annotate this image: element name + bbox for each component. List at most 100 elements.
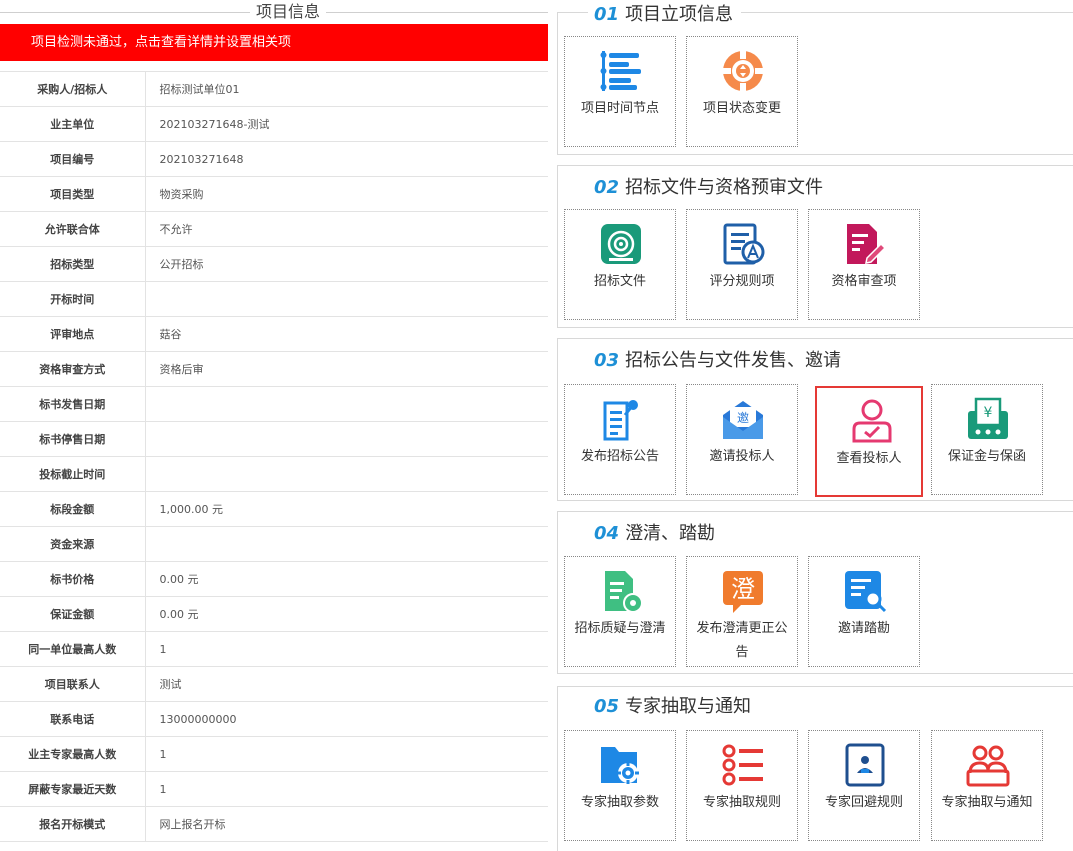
- info-value: 网上报名开标: [145, 806, 548, 842]
- info-value: [145, 386, 548, 422]
- section-04-header: 04 澄清、踏勘: [588, 522, 724, 546]
- card-expert-rules[interactable]: 专家抽取规则: [686, 730, 798, 841]
- card-label: 招标质疑与澄清: [574, 621, 666, 636]
- status-change-icon: [721, 49, 765, 93]
- info-row: 资格审查方式 资格后审: [0, 351, 548, 387]
- info-label: 标书发售日期: [0, 386, 146, 422]
- info-label: 标书停售日期: [0, 421, 146, 457]
- info-value: 13000000000: [145, 701, 548, 737]
- card-label: 发布澄清更正公告: [696, 621, 788, 660]
- info-value: 1: [145, 631, 548, 667]
- info-label: 资金来源: [0, 526, 146, 562]
- expert-notify-icon: [966, 745, 1010, 787]
- card-expert-params[interactable]: 专家抽取参数: [564, 730, 676, 841]
- section-number: 03: [594, 350, 620, 371]
- section-title: 专家抽取与通知: [625, 696, 752, 717]
- info-label: 标书价格: [0, 561, 146, 597]
- info-value: [145, 526, 548, 562]
- card-label: 资格审查项: [831, 274, 897, 289]
- info-row: 保证金额 0.00 元: [0, 596, 548, 632]
- card-tender-file[interactable]: 招标文件: [564, 209, 676, 320]
- card-project-status-change[interactable]: 项目状态变更: [686, 36, 798, 147]
- clarify-notice-icon: 澄: [723, 571, 763, 613]
- section-05-header: 05 专家抽取与通知: [588, 695, 760, 719]
- info-value: 1: [145, 771, 548, 807]
- page: 项目信息 项目检测未通过，点击查看详情并设置相关项 采购人/招标人 招标测试单位0…: [0, 0, 1073, 851]
- info-value: 招标测试单位01: [145, 71, 548, 107]
- info-row: 报名开标模式 网上报名开标: [0, 806, 548, 842]
- section-title: 项目立项信息: [625, 4, 734, 25]
- info-value: 菇谷: [145, 316, 548, 352]
- expert-rules-icon: [722, 744, 763, 786]
- project-info-table: 采购人/招标人 招标测试单位01 业主单位 202103271648-测试 项目编号 20…: [0, 71, 548, 842]
- expert-avoid-icon: [845, 743, 885, 787]
- info-row: 采购人/招标人 招标测试单位01: [0, 71, 548, 107]
- card-publish-notice[interactable]: 发布招标公告: [564, 384, 676, 495]
- card-label: 邀请踏勘: [837, 621, 890, 636]
- info-value: 1: [145, 736, 548, 772]
- info-row: 开标时间: [0, 281, 548, 317]
- card-site-survey[interactable]: 邀请踏勘: [808, 556, 920, 667]
- info-value: 202103271648: [145, 141, 548, 177]
- section-title: 澄清、踏勘: [625, 523, 716, 544]
- info-row: 屏蔽专家最近天数 1: [0, 771, 548, 807]
- section-02-header: 02 招标文件与资格预审文件: [588, 176, 832, 200]
- check-failed-alert[interactable]: 项目检测未通过，点击查看详情并设置相关项: [0, 24, 548, 61]
- card-scoring-rules[interactable]: 评分规则项: [686, 209, 798, 320]
- card-label: 招标文件: [593, 274, 646, 289]
- info-label: 业主单位: [0, 106, 146, 142]
- qualification-review-icon: [847, 224, 887, 264]
- section-03-header: 03 招标公告与文件发售、邀请: [588, 349, 850, 373]
- section-01-header: 01 项目立项信息: [588, 3, 742, 27]
- info-row: 业主单位 202103271648-测试: [0, 106, 548, 142]
- card-project-timeline[interactable]: 项目时间节点: [564, 36, 676, 147]
- project-info-panel: 项目信息 项目检测未通过，点击查看详情并设置相关项 采购人/招标人 招标测试单位0…: [0, 0, 548, 851]
- info-label: 同一单位最高人数: [0, 631, 146, 667]
- card-label: 专家抽取参数: [580, 795, 659, 810]
- info-label: 报名开标模式: [0, 806, 146, 842]
- info-label: 屏蔽专家最近天数: [0, 771, 146, 807]
- info-value: 资格后审: [145, 351, 548, 387]
- card-deposit-guarantee[interactable]: ¥ 保证金与保函: [931, 384, 1043, 495]
- info-label: 标段金额: [0, 491, 146, 527]
- card-invite-bidder[interactable]: 邀 邀请投标人: [686, 384, 798, 495]
- card-query-clarify[interactable]: 招标质疑与澄清: [564, 556, 676, 667]
- section-number: 02: [594, 177, 620, 198]
- info-value: [145, 456, 548, 492]
- invite-bidder-icon: 邀: [723, 401, 763, 439]
- info-row: 评审地点 菇谷: [0, 316, 548, 352]
- card-expert-notify[interactable]: 专家抽取与通知: [931, 730, 1043, 841]
- info-row: 项目编号 202103271648: [0, 141, 548, 177]
- publish-notice-icon: [603, 400, 638, 441]
- scoring-rules-icon: [723, 223, 765, 265]
- expert-params-icon: [601, 747, 639, 784]
- info-label: 项目类型: [0, 176, 146, 212]
- info-label: 业主专家最高人数: [0, 736, 146, 772]
- card-clarify-notice[interactable]: 澄 发布澄清更正公告: [686, 556, 798, 667]
- info-value: [145, 421, 548, 457]
- project-info-title: 项目信息: [250, 1, 327, 23]
- card-view-bidder[interactable]: 查看投标人: [815, 386, 923, 497]
- info-label: 项目编号: [0, 141, 146, 177]
- card-label: 项目状态变更: [702, 101, 781, 116]
- info-value: 测试: [145, 666, 548, 702]
- info-label: 投标截止时间: [0, 456, 146, 492]
- site-survey-icon: [845, 571, 887, 613]
- card-label: 查看投标人: [836, 451, 902, 466]
- svg-text:邀: 邀: [737, 410, 749, 425]
- view-bidder-icon: [852, 399, 892, 443]
- info-value: 1,000.00 元: [145, 491, 548, 527]
- info-label: 联系电话: [0, 701, 146, 737]
- section-title: 招标公告与文件发售、邀请: [625, 350, 842, 371]
- info-row: 投标截止时间: [0, 456, 548, 492]
- info-label: 开标时间: [0, 281, 146, 317]
- info-value: 不允许: [145, 211, 548, 247]
- section-number: 05: [594, 696, 620, 717]
- info-row: 联系电话 13000000000: [0, 701, 548, 737]
- card-qualification-review[interactable]: 资格审查项: [808, 209, 920, 320]
- info-row: 业主专家最高人数 1: [0, 736, 548, 772]
- card-expert-avoid[interactable]: 专家回避规则: [808, 730, 920, 841]
- info-row: 同一单位最高人数 1: [0, 631, 548, 667]
- section-04: 04 澄清、踏勘 招标质疑与澄清 澄 发布澄清更正公告 邀请踏勘: [557, 511, 1073, 674]
- deposit-guarantee-icon: ¥: [968, 397, 1008, 439]
